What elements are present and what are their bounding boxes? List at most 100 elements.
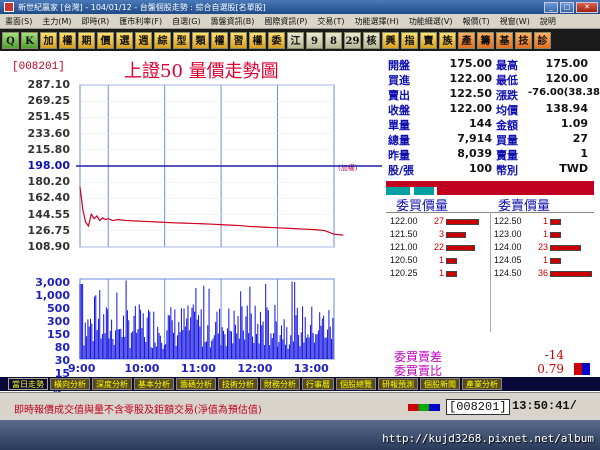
toolbar-button[interactable]: 權: [211, 31, 228, 49]
toolbar-button[interactable]: 技: [515, 31, 532, 49]
book-row-asks[interactable]: 124.00 23: [494, 242, 594, 254]
menu-item[interactable]: 畫面(S): [0, 16, 37, 27]
price-volume-chart[interactable]: [4, 51, 382, 394]
menu-item[interactable]: 報價(T): [458, 16, 495, 27]
menu-item[interactable]: 功能細選(V): [404, 16, 458, 27]
minimize-button[interactable]: _: [544, 1, 558, 13]
quote-label: 均價: [496, 104, 518, 117]
menu-item[interactable]: 國際資訊(P): [259, 16, 312, 27]
toolbar-button[interactable]: 產: [458, 31, 475, 49]
tab-5[interactable]: 籌碼分析: [176, 378, 216, 390]
toolbar-button[interactable]: 委: [268, 31, 285, 49]
menu-bar: 畫面(S) 主力(M) 即時(R) 匯市利率(F) 自選(G) 籌盤資訊(B) 國際資訊(P…: [0, 14, 600, 29]
book-row-asks[interactable]: 122.50 1: [494, 216, 594, 228]
quote-row: 收盤 122.00 均價 138.94: [388, 102, 594, 117]
window-titlebar: 新世紀贏家 [台灣] - 104/01/12 - 台盤個股走勢 : 綜合自選股[…: [0, 0, 600, 14]
toolbar-button[interactable]: 核: [363, 31, 380, 49]
toolbar-button[interactable]: K: [21, 31, 38, 49]
maximize-button[interactable]: □: [560, 1, 574, 13]
tab-10[interactable]: 研報預測: [378, 378, 418, 390]
quote-value: 1.09: [560, 117, 588, 130]
toolbar-button[interactable]: 基: [496, 31, 513, 49]
menu-item[interactable]: 交易(T): [312, 16, 349, 27]
quote-label: 昨量: [388, 149, 410, 162]
tab-3[interactable]: 深度分析: [92, 378, 132, 390]
app-icon: [4, 2, 14, 12]
toolbar-button[interactable]: 類: [192, 31, 209, 49]
toolbar-button[interactable]: 加: [40, 31, 57, 49]
quote-label: 最高: [496, 59, 518, 72]
book-price: 122.50: [494, 216, 522, 226]
status-bar: 即時報價成交值與量不含零股及鉅額交易(淨值為預估值) [008201] 13:5…: [0, 392, 600, 420]
tab-11[interactable]: 個股新聞: [420, 378, 460, 390]
quick-toolbar: Q K 加權期價選週綜型類權習權委江 9 8 29 核興指賣族產籌基技診: [0, 29, 600, 51]
quote-value: 122.00: [449, 72, 492, 85]
quote-label: 買量: [496, 134, 518, 147]
book-bar: [550, 219, 561, 225]
menu-item[interactable]: 功能選擇(H): [350, 16, 404, 27]
menu-item[interactable]: 主力(M): [37, 16, 76, 27]
tab-7[interactable]: 財務分析: [260, 378, 300, 390]
quote-value: 175.00: [449, 57, 492, 70]
quote-row: 買進 122.00 最低 120.00: [388, 72, 594, 87]
tab-9[interactable]: 個股總覽: [336, 378, 376, 390]
book-bar: [446, 219, 479, 225]
toolbar-button[interactable]: Q: [2, 31, 19, 49]
toolbar-button[interactable]: 29: [344, 31, 361, 49]
menu-item[interactable]: 視窗(W): [495, 16, 535, 27]
book-price: 123.00: [494, 229, 522, 239]
toolbar-button[interactable]: 習: [230, 31, 247, 49]
quote-label: 股/張: [388, 164, 415, 177]
book-row-bids[interactable]: 122.00 27: [390, 216, 490, 228]
tab-6[interactable]: 技術分析: [218, 378, 258, 390]
book-row-bids[interactable]: 120.25 1: [390, 268, 490, 280]
menu-item[interactable]: 匯市利率(F): [114, 16, 167, 27]
tab-4[interactable]: 基本分析: [134, 378, 174, 390]
book-row-bids[interactable]: 121.50 3: [390, 229, 490, 241]
tab-1[interactable]: 當日走勢: [8, 378, 48, 390]
toolbar-button[interactable]: 權: [249, 31, 266, 49]
toolbar-button[interactable]: 江: [287, 31, 304, 49]
book-qty: 22: [433, 242, 444, 252]
tab-12[interactable]: 產業分析: [462, 378, 502, 390]
status-code[interactable]: [008201]: [446, 399, 510, 415]
quote-value: 100: [469, 162, 492, 175]
toolbar-button[interactable]: 型: [173, 31, 190, 49]
toolbar-button[interactable]: 診: [534, 31, 551, 49]
book-row-asks[interactable]: 124.05 1: [494, 255, 594, 267]
quote-panel: 開盤 175.00 最高 175.00 買進 122.00 最低 120.00 賣出 122.50…: [382, 51, 600, 186]
toolbar-button[interactable]: 賣: [420, 31, 437, 49]
book-row-asks[interactable]: 124.50 36: [494, 268, 594, 280]
menu-item[interactable]: 自選(G): [167, 16, 205, 27]
toolbar-button[interactable]: 指: [401, 31, 418, 49]
book-bar: [550, 271, 592, 277]
book-row-bids[interactable]: 121.00 22: [390, 242, 490, 254]
toolbar-button[interactable]: 9: [306, 31, 323, 49]
book-row-bids[interactable]: 120.50 1: [390, 255, 490, 267]
ratio-bar: [574, 363, 590, 375]
toolbar-button[interactable]: 權: [59, 31, 76, 49]
menu-item[interactable]: 說明: [535, 16, 561, 27]
toolbar-button[interactable]: 選: [116, 31, 133, 49]
toolbar-button[interactable]: 興: [382, 31, 399, 49]
toolbar-button[interactable]: 期: [78, 31, 95, 49]
quote-value: 7,914: [457, 132, 492, 145]
toolbar-button[interactable]: 週: [135, 31, 152, 49]
tab-2[interactable]: 橫向分析: [50, 378, 90, 390]
toolbar-button[interactable]: 籌: [477, 31, 494, 49]
quote-row: 開盤 175.00 最高 175.00: [388, 57, 594, 72]
close-button[interactable]: ✕: [576, 1, 598, 13]
toolbar-button[interactable]: 8: [325, 31, 342, 49]
status-indicator: [408, 404, 440, 411]
tab-8[interactable]: 行事曆: [302, 378, 334, 390]
book-row-asks[interactable]: 123.00 1: [494, 229, 594, 241]
book-bar: [550, 245, 581, 251]
toolbar-button[interactable]: 綜: [154, 31, 171, 49]
quote-value: -76.00(38.38): [528, 87, 600, 98]
toolbar-button[interactable]: 族: [439, 31, 456, 49]
menu-item[interactable]: 籌盤資訊(B): [206, 16, 260, 27]
menu-item[interactable]: 即時(R): [76, 16, 114, 27]
book-qty: 23: [537, 242, 548, 252]
desktop-strip: http://kujd3268.pixnet.net/album: [0, 420, 600, 450]
toolbar-button[interactable]: 價: [97, 31, 114, 49]
